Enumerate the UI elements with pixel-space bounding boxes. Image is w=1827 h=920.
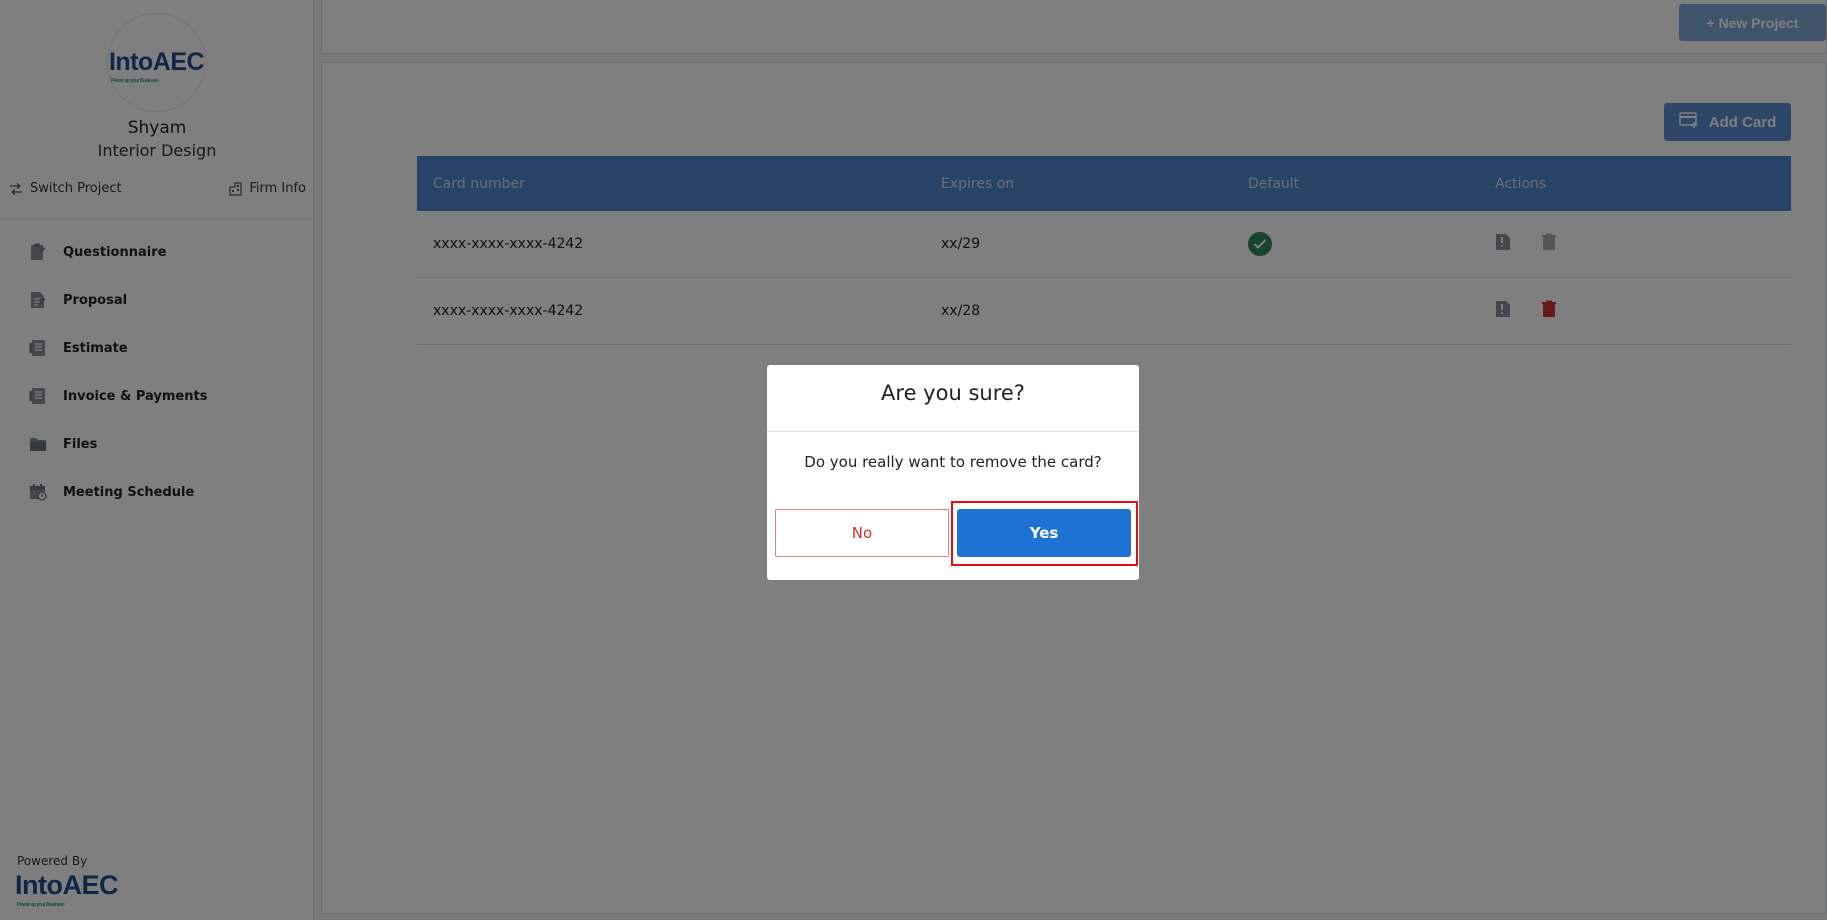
dialog-title: Are you sure? [881, 381, 1025, 405]
dialog-message: Do you really want to remove the card? [804, 453, 1102, 471]
highlight-box [951, 501, 1138, 566]
dialog-divider [767, 431, 1139, 432]
confirm-remove-card-dialog: Are you sure? Do you really want to remo… [767, 365, 1139, 580]
no-button[interactable]: No [775, 509, 949, 557]
